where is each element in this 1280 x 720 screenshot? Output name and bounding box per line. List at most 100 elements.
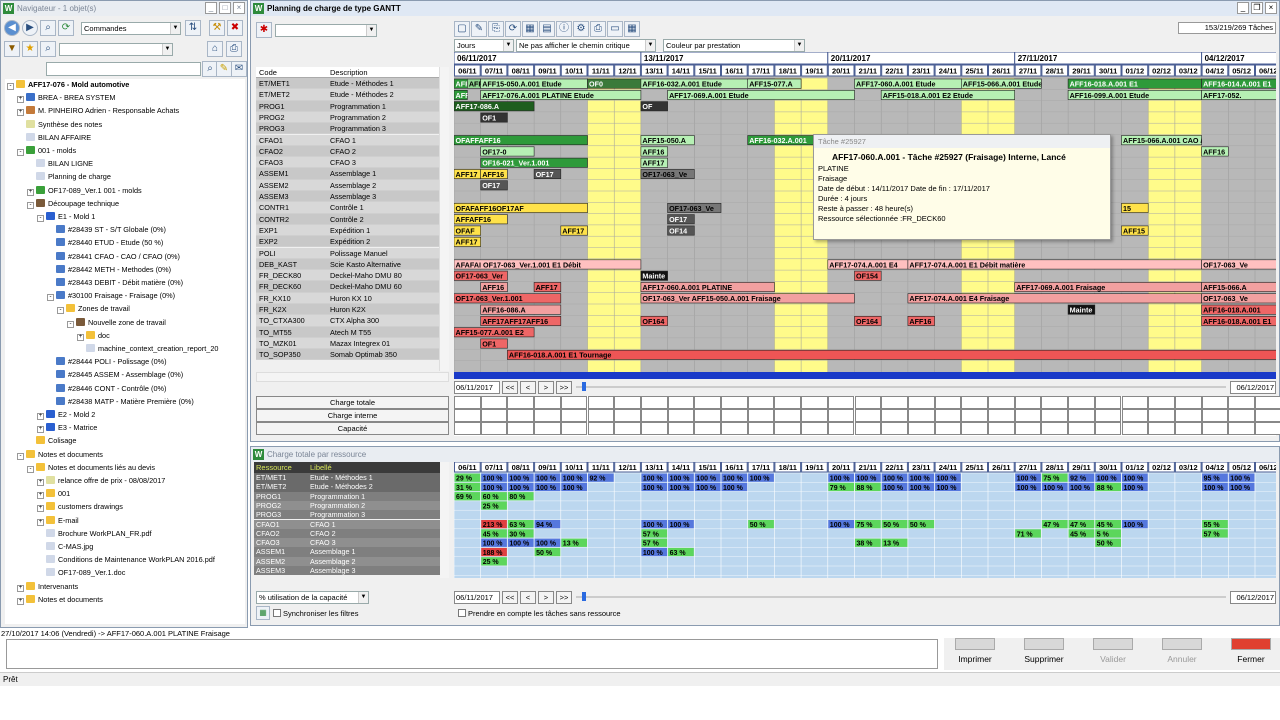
resource-row[interactable]: TO_MZK01 Mazax Integrex 01 bbox=[256, 337, 449, 350]
tree-item[interactable]: - Notes et documents liés au devis bbox=[27, 462, 155, 473]
task-bar[interactable]: AFF17-074.A.001 E1 Débit matière bbox=[907, 259, 1202, 270]
forward-icon[interactable]: ▶ bbox=[22, 20, 38, 36]
tree-item[interactable]: - #30100 Fraisage - Fraisage (0%) bbox=[47, 290, 175, 302]
tree-item[interactable]: - E1 - Mold 1 bbox=[37, 211, 95, 222]
task-bar[interactable]: OF17-0 bbox=[480, 146, 535, 157]
load-mode-select[interactable]: % utilisation de la capacité ▼ bbox=[256, 591, 369, 604]
tree-item[interactable]: Conditions de Maintenance WorkPLAN 2016.… bbox=[37, 554, 215, 565]
resource-row[interactable]: FR_DECK60 Deckel-Maho DMU 60 bbox=[256, 281, 449, 293]
task-bar[interactable]: AFF16-018.A.001 E1 Tournage bbox=[507, 349, 1276, 360]
tree-item[interactable]: + E3 - Matrice bbox=[37, 422, 97, 434]
star-icon[interactable]: ★ bbox=[22, 41, 38, 57]
task-bar[interactable]: AFF16-018.A.001 E1 bbox=[1201, 315, 1276, 326]
task-bar[interactable]: OF14 bbox=[667, 225, 695, 236]
filter-combo[interactable]: ▼ bbox=[59, 43, 173, 56]
resource-row[interactable]: ASSEM3 Assemblage 3 bbox=[256, 191, 449, 203]
tree-item[interactable]: #28438 MATP - Matière Première (0%) bbox=[47, 396, 194, 407]
nav-start-date[interactable]: 06/11/2017 bbox=[454, 381, 500, 394]
tree-item[interactable]: #28445 ASSEM - Assemblage (0%) bbox=[47, 369, 183, 380]
search-input[interactable] bbox=[46, 62, 201, 76]
task-bar[interactable]: AFF17 bbox=[454, 236, 482, 247]
tree-item[interactable]: - Découpage technique bbox=[27, 198, 119, 209]
pin-icon[interactable]: ✱ bbox=[256, 22, 272, 38]
task-bar[interactable]: OF1 bbox=[480, 338, 508, 349]
resource-row[interactable]: CONTR1 Contrôle 1 bbox=[256, 202, 449, 214]
load-row[interactable]: PROG2 Programmation 2 bbox=[254, 500, 440, 511]
timeline-slider[interactable] bbox=[576, 386, 1226, 388]
tree-item[interactable]: + Notes et documents bbox=[17, 594, 103, 605]
resource-hscrollbar[interactable] bbox=[256, 372, 449, 382]
expand-toggle-icon[interactable]: + bbox=[17, 584, 24, 592]
close-button[interactable]: × bbox=[233, 2, 245, 14]
task-bar[interactable]: AFF16-086.A bbox=[480, 304, 562, 315]
task-bar[interactable]: AFF15-066.A.001 CAO / bbox=[1121, 135, 1203, 146]
tree-icon[interactable]: ⚙ bbox=[573, 21, 589, 37]
close-button[interactable]: × bbox=[1265, 2, 1277, 14]
task-bar[interactable]: OF16-021_Ver.1.001 bbox=[480, 157, 588, 168]
filter-icon[interactable]: ▼ bbox=[4, 41, 20, 57]
resource-row[interactable]: CONTR2 Contrôle 2 bbox=[256, 213, 449, 225]
print-icon[interactable]: ⎙ bbox=[226, 41, 242, 57]
resource-row[interactable]: EXP2 Expédition 2 bbox=[256, 236, 449, 248]
tree-item[interactable]: + BREA - BREA SYSTEM bbox=[17, 92, 115, 104]
task-bar[interactable]: AFF16-018.A.001 E1 bbox=[1067, 78, 1202, 89]
tree-item[interactable]: #28444 POLI - Polissage (0%) bbox=[47, 356, 167, 367]
tree-item[interactable]: + Intervenants bbox=[17, 581, 78, 592]
tree-item[interactable]: BILAN LIGNE bbox=[27, 158, 93, 169]
search-icon[interactable]: ⌕ bbox=[40, 41, 56, 57]
task-bar[interactable]: OFAF bbox=[454, 225, 482, 236]
tree-item[interactable]: Brochure WorkPLAN_FR.pdf bbox=[37, 528, 152, 539]
tree-item[interactable]: Colisage bbox=[27, 435, 76, 446]
critical-path-select[interactable]: Ne pas afficher le chemin critique ▼ bbox=[516, 39, 656, 52]
tree-item[interactable]: Planning de charge bbox=[27, 171, 111, 182]
tree-item[interactable]: OF17-089_Ver.1.doc bbox=[37, 567, 125, 578]
expand-toggle-icon[interactable]: - bbox=[37, 215, 44, 222]
calendar-icon[interactable]: ▦ bbox=[624, 21, 640, 37]
table-icon[interactable]: ▤ bbox=[539, 21, 555, 37]
task-bar[interactable]: OF bbox=[640, 101, 668, 112]
load-nav-start[interactable]: 06/11/2017 bbox=[454, 591, 500, 604]
task-bar[interactable]: OF154 bbox=[854, 270, 882, 281]
nav-end-date[interactable]: 06/12/2017 bbox=[1230, 381, 1276, 394]
task-bar[interactable]: AFF16 bbox=[1201, 146, 1229, 157]
task-bar[interactable]: OF164 bbox=[640, 315, 668, 326]
task-bar[interactable]: AFF17-069.A.001 Fraisage bbox=[1014, 282, 1202, 292]
task-bar[interactable]: OF17 bbox=[667, 214, 695, 225]
export-icon[interactable]: ▦ bbox=[522, 21, 538, 37]
tree-item[interactable]: C-MAS.jpg bbox=[37, 541, 93, 552]
load-row[interactable]: PROG1 Programmation 1 bbox=[254, 491, 440, 501]
navigator-combo[interactable]: Commandes ▼ bbox=[81, 22, 181, 35]
tree-item[interactable]: - AFF17-076 - Mold automotive bbox=[7, 79, 129, 90]
tree-item[interactable]: + OF17-089_Ver.1 001 - molds bbox=[27, 185, 142, 196]
task-bar[interactable]: OF17-063_Ve bbox=[667, 203, 722, 213]
gantt-view-combo[interactable]: ▼ bbox=[275, 24, 377, 37]
task-bar[interactable]: OF17-063_Ve bbox=[1201, 259, 1276, 270]
load-slider-thumb[interactable] bbox=[582, 592, 586, 601]
expand-toggle-icon[interactable]: + bbox=[37, 518, 44, 526]
task-bar[interactable]: OF17-063_Ve bbox=[1201, 293, 1276, 304]
task-bar[interactable]: Mainte bbox=[1067, 304, 1096, 315]
load-row[interactable]: ASSEM2 Assemblage 2 bbox=[254, 556, 440, 566]
task-bar[interactable]: AFF16-014.A.001 E1 bbox=[1201, 78, 1276, 89]
load-row[interactable]: CFAO3 CFAO 3 bbox=[254, 538, 440, 548]
task-bar[interactable]: AFF17 bbox=[560, 225, 588, 236]
task-bar[interactable]: OF0 bbox=[587, 78, 642, 89]
resource-row[interactable]: POLI Polissage Manuel bbox=[256, 247, 449, 259]
period-select[interactable]: Jours ▼ bbox=[454, 39, 514, 52]
expand-toggle-icon[interactable]: + bbox=[17, 96, 24, 104]
resource-row[interactable]: ASSEM1 Assemblage 1 bbox=[256, 168, 449, 180]
tree-item[interactable]: - Nouvelle zone de travail bbox=[67, 317, 166, 328]
task-bar[interactable]: AFF16-099.A.001 Etude bbox=[1067, 89, 1202, 100]
resource-row[interactable]: CFAO1 CFAO 1 bbox=[256, 134, 449, 146]
load-nav-end[interactable]: 06/12/2017 bbox=[1230, 591, 1276, 604]
resource-row[interactable]: ET/MET1 Etude - Méthodes 1 bbox=[256, 78, 449, 90]
code-column-header[interactable]: Code bbox=[259, 67, 277, 78]
resource-column-header[interactable]: Ressource bbox=[256, 462, 292, 473]
task-bar[interactable]: AFF16 bbox=[480, 169, 508, 180]
label-column-header[interactable]: Libellé bbox=[310, 462, 332, 473]
load-slider[interactable] bbox=[576, 596, 1226, 598]
resource-row[interactable]: TO_CTXA300 CTX Alpha 300 bbox=[256, 315, 449, 327]
task-bar[interactable]: OF17-063_Ve bbox=[640, 169, 695, 180]
sync-filters-checkbox[interactable]: Synchroniser les filtres bbox=[273, 609, 358, 618]
nav-last-button[interactable]: >> bbox=[556, 381, 572, 394]
